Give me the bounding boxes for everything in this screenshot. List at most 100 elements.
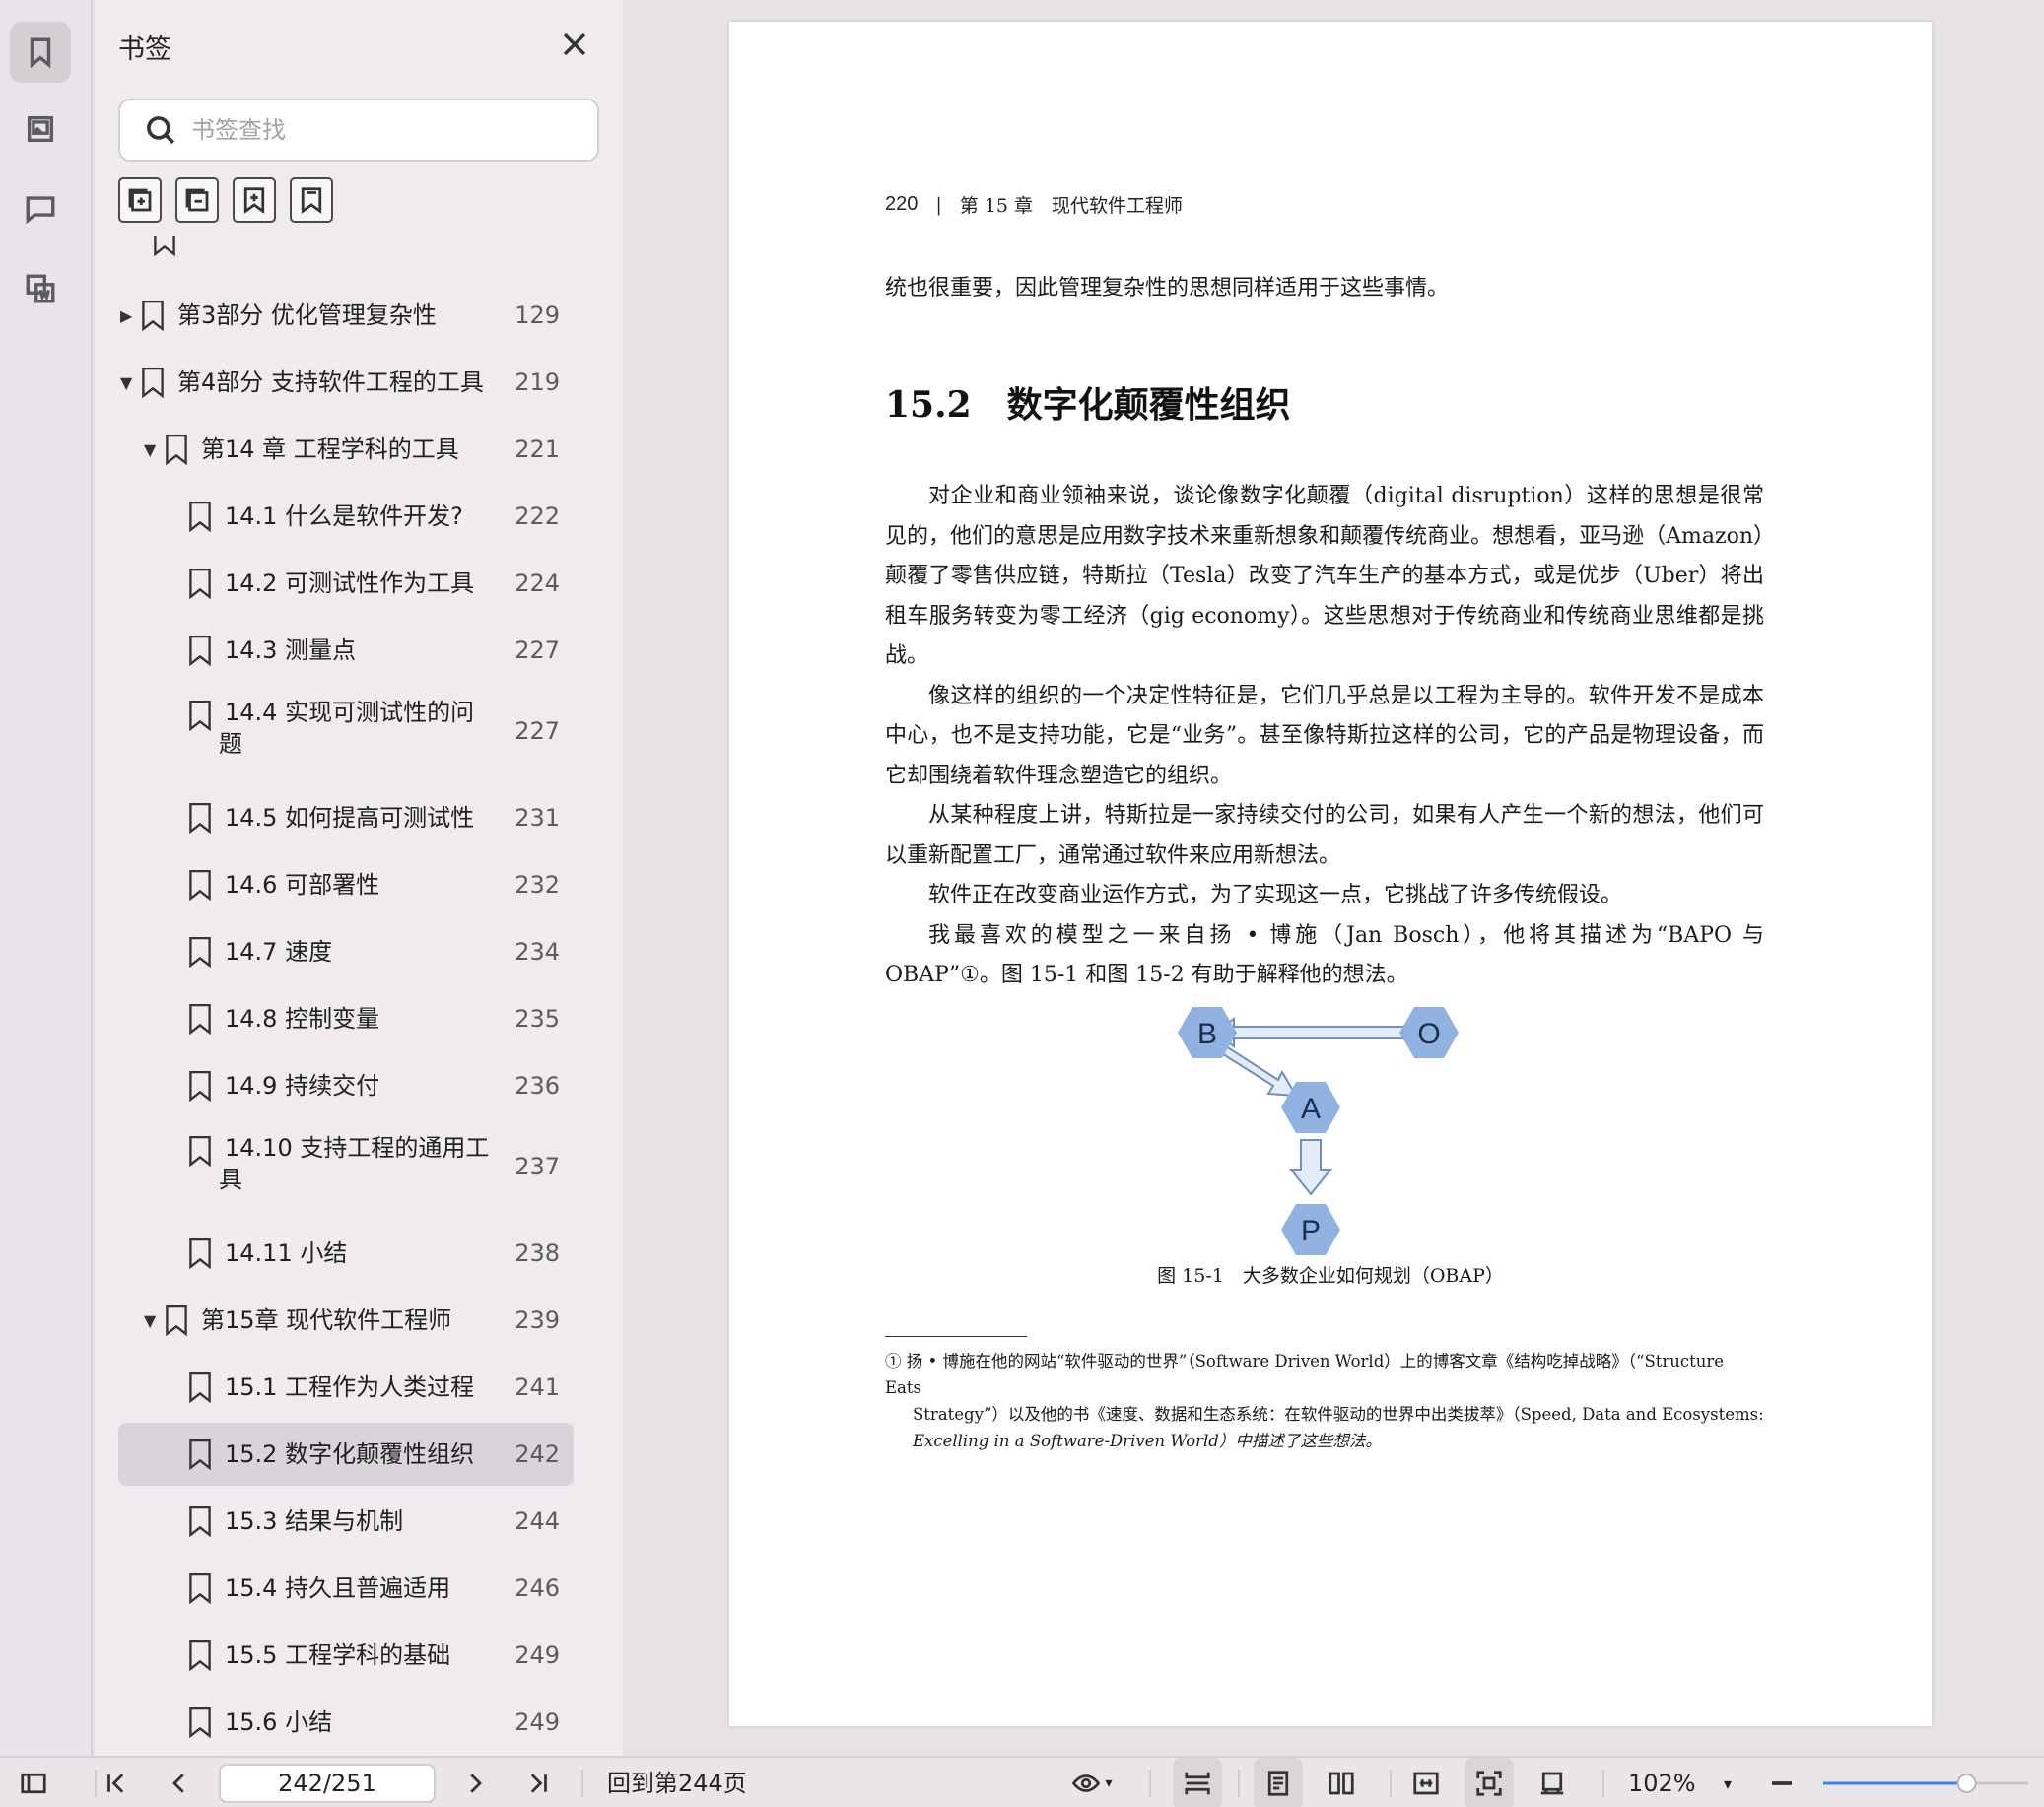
bookmark-icon — [187, 936, 213, 969]
bookmark-item-ch15[interactable]: ▼ 第15章 现代软件工程师 239 — [118, 1297, 574, 1344]
expanded-arrow-icon[interactable]: ▼ — [144, 1311, 156, 1330]
bookmark-label: 15.2 数字化颠覆性组织 — [225, 1440, 475, 1468]
bookmark-panel: 书签 ▶ 第3部分 优化管理复杂性 129 ▼ 第4部分 支持软件工程的工具 2… — [95, 0, 623, 1756]
bookmark-page: 236 — [514, 1072, 560, 1100]
footnote: ① 扬 • 博施在他的网站“软件驱动的世界”（Software Driven W… — [885, 1348, 1764, 1454]
last-page-icon[interactable] — [518, 1758, 558, 1807]
bookmark-label: 15.4 持久且普遍适用 — [225, 1574, 451, 1602]
bookmark-icon — [140, 300, 166, 332]
page-number-input[interactable]: 242/251 — [219, 1764, 436, 1803]
expand-all-button[interactable] — [118, 177, 162, 223]
bookmark-item[interactable]: 15.5 工程学科的基础 249 — [118, 1632, 574, 1679]
bookmark-item[interactable]: 14.7 速度 234 — [118, 928, 574, 975]
bookmark-label: 15.6 小结 — [225, 1708, 333, 1736]
view-mode-eye-icon[interactable]: ▾ — [1062, 1758, 1122, 1807]
search-icon — [147, 116, 175, 145]
zoom-out-icon[interactable] — [1764, 1758, 1800, 1807]
bookmark-page: 246 — [514, 1574, 560, 1602]
bookmark-item[interactable]: 14.5 如何提高可测试性 231 — [118, 794, 574, 841]
bookmark-icon — [187, 501, 213, 533]
goto-page-link[interactable]: 回到第244页 — [607, 1758, 747, 1807]
node-a-label: A — [1301, 1093, 1321, 1125]
expanded-arrow-icon[interactable]: ▼ — [120, 373, 132, 392]
prev-page-icon[interactable] — [160, 1758, 199, 1807]
bookmark-button[interactable] — [290, 177, 333, 223]
separator — [1390, 1770, 1392, 1797]
bookmark-page: 232 — [514, 871, 560, 899]
bookmark-item[interactable]: 14.6 可部署性 232 — [118, 861, 574, 908]
separator — [1602, 1770, 1604, 1797]
bookmark-item-part4[interactable]: ▼ 第4部分 支持软件工程的工具 219 — [118, 359, 574, 406]
bookmark-label-wrap: 具 — [219, 1166, 242, 1193]
bookmarks-tab-icon[interactable] — [10, 22, 71, 83]
close-icon[interactable] — [558, 28, 591, 61]
bookmark-search[interactable] — [118, 99, 599, 162]
bookmark-label: 第15章 现代软件工程师 — [201, 1306, 452, 1334]
fit-width-icon[interactable] — [1401, 1758, 1451, 1807]
footnote-rule — [885, 1336, 1027, 1337]
bookmark-item[interactable]: 14.8 控制变量 235 — [118, 995, 574, 1042]
two-page-icon[interactable] — [1317, 1758, 1366, 1807]
arrow-o-to-b — [1212, 1017, 1407, 1048]
bookmark-item-ch14[interactable]: ▼ 第14 章 工程学科的工具 221 — [118, 426, 574, 473]
bookmark-page: 249 — [514, 1708, 560, 1736]
bookmark-label: 14.4 实现可测试性的问 — [225, 699, 475, 726]
collapse-all-button[interactable] — [175, 177, 219, 223]
bookmark-icon — [187, 1003, 213, 1036]
fit-page-icon[interactable] — [1465, 1758, 1514, 1807]
bookmark-item[interactable]: 15.4 持久且普遍适用 246 — [118, 1565, 574, 1612]
bookmark-page: 227 — [514, 717, 560, 745]
paragraph: 从某种程度上讲，特斯拉是一家持续交付的公司，如果有人产生一个新的想法，他们可以重… — [885, 803, 1764, 868]
attachments-tab-icon[interactable] — [10, 258, 71, 319]
bookmark-label: 14.10 支持工程的通用工 — [225, 1134, 490, 1162]
bookmark-item[interactable]: 14.3 测量点 227 — [118, 627, 574, 674]
zoom-level[interactable]: 102% — [1628, 1758, 1696, 1807]
single-page-icon[interactable] — [1254, 1758, 1303, 1807]
bookmark-item[interactable]: 15.6 小结 249 — [118, 1699, 574, 1746]
bookmark-page: 222 — [514, 502, 560, 530]
bookmark-item[interactable]: 14.1 什么是软件开发? 222 — [118, 493, 574, 540]
bookmark-item[interactable]: 14.2 可测试性作为工具 224 — [118, 560, 574, 607]
bookmark-label: 15.1 工程作为人类过程 — [225, 1373, 475, 1401]
bookmark-label: 14.6 可部署性 — [225, 871, 380, 899]
bookmark-search-input[interactable] — [191, 116, 566, 144]
bookmark-label: 14.2 可测试性作为工具 — [225, 569, 475, 597]
sidebar-toggle-icon[interactable] — [14, 1758, 53, 1807]
section-title: 15.2 数字化颠覆性组织 — [885, 384, 1291, 426]
arrow-b-to-a — [1218, 1044, 1298, 1098]
bookmark-icon — [187, 1135, 213, 1168]
next-page-icon[interactable] — [455, 1758, 495, 1807]
zoom-slider[interactable] — [1819, 1770, 2032, 1797]
collapsed-arrow-icon[interactable]: ▶ — [120, 306, 132, 325]
bookmark-label-wrap: 题 — [219, 730, 242, 758]
bookmark-item[interactable]: 14.9 持续交付 236 — [118, 1062, 574, 1109]
header-page-number: 220 — [885, 193, 919, 215]
obap-figure: B O A P — [1178, 1007, 1459, 1255]
first-page-icon[interactable] — [97, 1758, 136, 1807]
expanded-arrow-icon[interactable]: ▼ — [144, 440, 156, 459]
zoom-dropdown-icon[interactable]: ▾ — [1713, 1758, 1742, 1807]
bookmark-item[interactable] — [118, 236, 574, 257]
bookmark-icon — [187, 1707, 213, 1739]
bookmark-item[interactable]: 14.4 实现可测试性的问 题 227 — [118, 694, 574, 769]
rotate-icon[interactable] — [1528, 1758, 1577, 1807]
comments-tab-icon[interactable] — [10, 177, 71, 238]
bookmark-item-part3[interactable]: ▶ 第3部分 优化管理复杂性 129 — [118, 292, 574, 339]
continuous-scroll-icon[interactable] — [1173, 1758, 1222, 1807]
bookmark-item[interactable]: 14.10 支持工程的通用工 具 237 — [118, 1129, 574, 1204]
bookmark-item[interactable]: 15.3 结果与机制 244 — [118, 1498, 574, 1545]
bookmark-label: 14.11 小结 — [225, 1239, 348, 1267]
bookmark-icon — [187, 1372, 213, 1404]
bookmark-icon — [187, 1573, 213, 1605]
bookmark-icon — [187, 568, 213, 600]
bookmark-label: 14.9 持续交付 — [225, 1072, 380, 1100]
figure-caption: 图 15-1 大多数企业如何规划（OBAP） — [1157, 1265, 1504, 1287]
bookmark-item[interactable]: 14.11 小结 238 — [118, 1230, 574, 1277]
pdf-page: 220 | 第 15 章 现代软件工程师 统也很重要，因此管理复杂性的思想同样适… — [729, 22, 1932, 1726]
bookmark-item-selected[interactable]: 15.2 数字化颠覆性组织 242 — [118, 1423, 574, 1486]
bookmark-item[interactable]: 15.1 工程作为人类过程 241 — [118, 1364, 574, 1411]
add-bookmark-button[interactable] — [233, 177, 276, 223]
bookmark-page: 231 — [514, 804, 560, 832]
separator — [581, 1770, 583, 1797]
thumbnails-tab-icon[interactable] — [10, 99, 71, 160]
